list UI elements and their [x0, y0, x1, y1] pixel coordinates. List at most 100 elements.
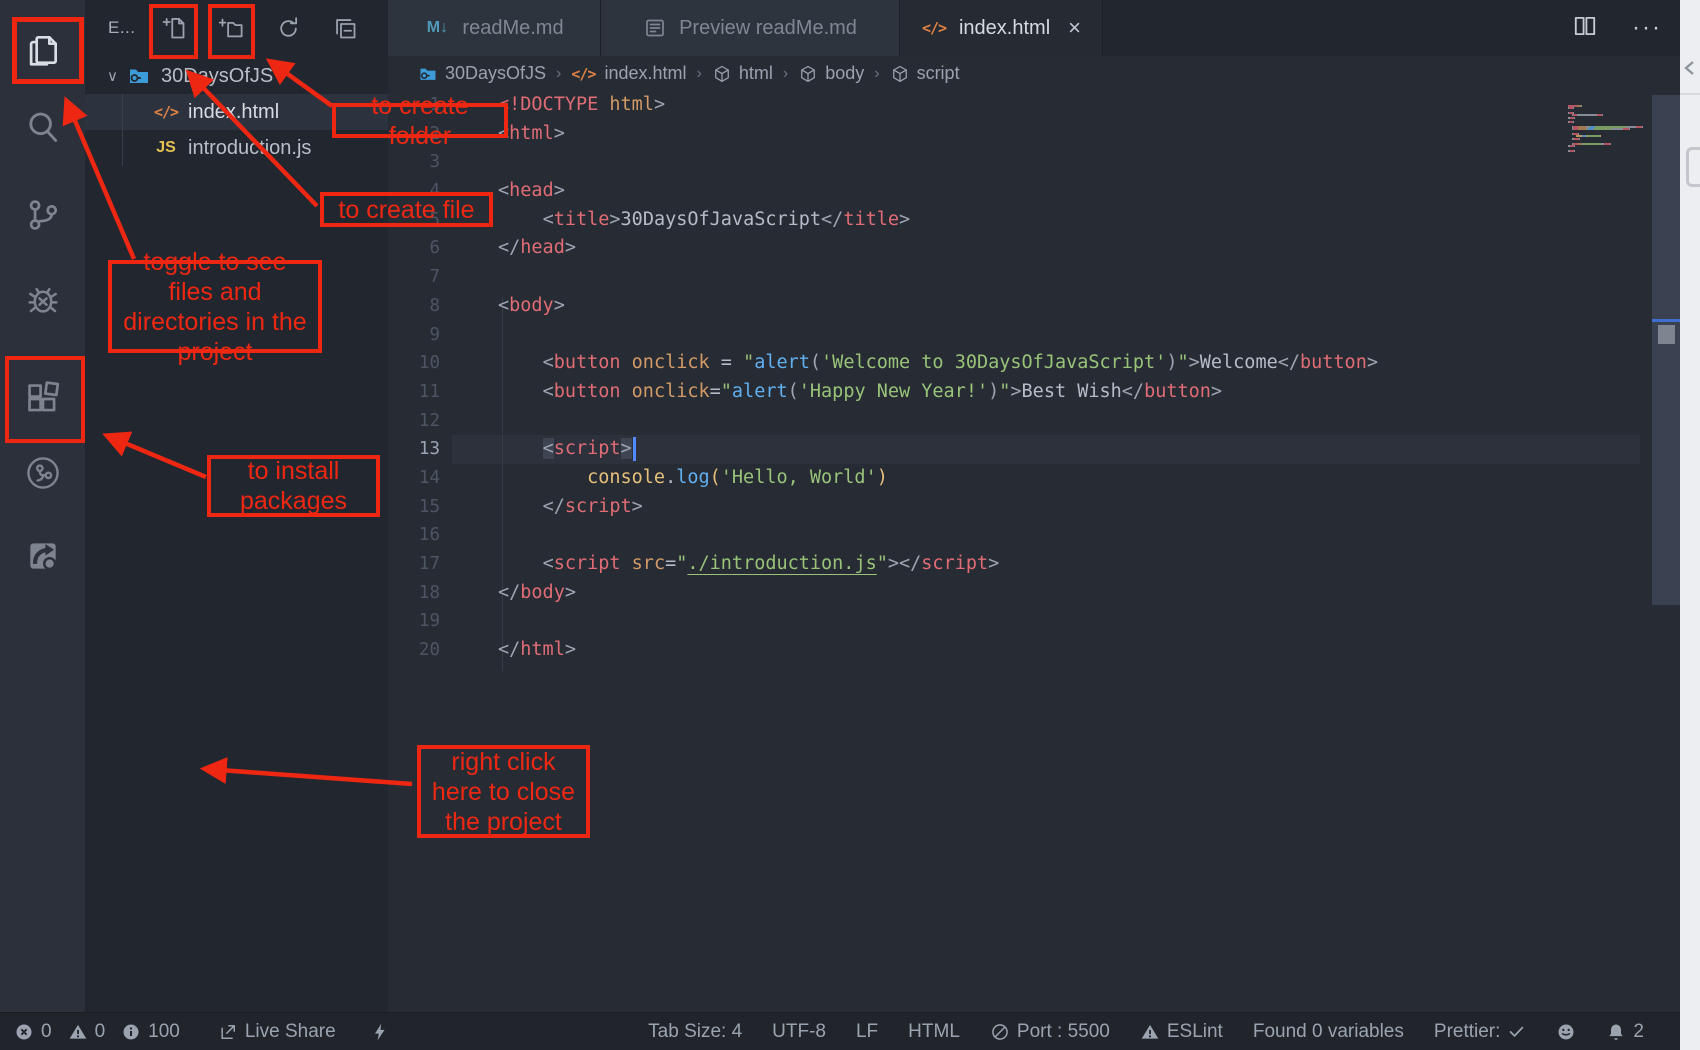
- cube-icon: [890, 64, 910, 84]
- overview-ruler-marker: [1658, 325, 1675, 344]
- search-icon: [24, 108, 62, 146]
- html-file-icon: </>: [571, 65, 595, 83]
- breadcrumb-separator: ›: [556, 65, 561, 83]
- page-background-strip: [1680, 0, 1700, 1050]
- status-item-Prettier:[interactable]: Prettier:: [1434, 1021, 1527, 1043]
- code-line: [498, 521, 1378, 550]
- status-item-0[interactable]: 0: [68, 1021, 106, 1043]
- breadcrumb-label: 30DaysOfJS: [445, 63, 546, 84]
- annotation-box-new-file-icon: [149, 4, 198, 59]
- tab-label: index.html: [959, 17, 1050, 40]
- breadcrumb-label: body: [825, 63, 864, 84]
- html-file-icon: </>: [921, 19, 947, 37]
- breadcrumb-item-index.html[interactable]: </>index.html: [571, 63, 686, 84]
- split-editor-icon[interactable]: [1572, 13, 1598, 44]
- breadcrumb-item-30DaysOfJS[interactable]: 30DaysOfJS: [418, 63, 546, 84]
- info-icon: [121, 1022, 141, 1042]
- text-cursor: [633, 437, 636, 461]
- breadcrumb-separator: ›: [874, 65, 879, 83]
- debug-icon: [24, 281, 62, 319]
- status-item-smiley-icon[interactable]: [1556, 1022, 1576, 1042]
- breadcrumb-item-html[interactable]: html: [712, 63, 773, 84]
- tab-readMe.md[interactable]: M↓readMe.md: [388, 0, 601, 56]
- code-line: <!DOCTYPE html>: [498, 91, 1378, 120]
- status-bar: 00100Live Share Tab Size: 4UTF-8LFHTMLPo…: [0, 1012, 1700, 1050]
- code-line: [498, 607, 1378, 636]
- annotation-create-file: to create file: [320, 192, 493, 227]
- tab-label: readMe.md: [462, 17, 563, 40]
- status-item-Port : 5500[interactable]: Port : 5500: [990, 1021, 1110, 1043]
- code-line: [498, 407, 1378, 436]
- status-item-Tab Size: 4[interactable]: Tab Size: 4: [648, 1021, 742, 1043]
- code-line: <button onclick="alert('Happy New Year!'…: [498, 378, 1378, 407]
- refresh-icon: [275, 15, 302, 42]
- overview-ruler-cursor-marker: [1652, 319, 1680, 322]
- breadcrumb: 30DaysOfJS›</>index.html›html›body›scrip…: [388, 56, 1680, 91]
- line-numbers: 1234567891011121314151617181920: [388, 91, 452, 665]
- tree-item-label: introduction.js: [188, 137, 311, 160]
- code-line: </html>: [498, 636, 1378, 665]
- code-line: <html>: [498, 120, 1378, 149]
- bell-icon: [1606, 1022, 1626, 1042]
- tree-item-label: index.html: [188, 101, 279, 124]
- code-editor[interactable]: 1234567891011121314151617181920 <!DOCTYP…: [388, 91, 1680, 1012]
- code-line: </script>: [498, 493, 1378, 522]
- status-item-0[interactable]: 0: [14, 1021, 52, 1043]
- eslint-warning-icon: [1140, 1022, 1160, 1042]
- divider: [1680, 93, 1700, 95]
- warning-icon: [68, 1022, 88, 1042]
- breadcrumb-separator: ›: [697, 65, 702, 83]
- status-item-Live Share[interactable]: Live Share: [218, 1021, 336, 1043]
- vscode-window: ⚙ E... ∨30DaysOfJS</>index.htmlJSintrodu…: [0, 0, 1700, 1050]
- activity-source-control-icon[interactable]: [0, 177, 85, 253]
- status-item-HTML[interactable]: HTML: [908, 1021, 960, 1043]
- status-item-100[interactable]: 100: [121, 1021, 180, 1043]
- activity-live-share-circle-icon[interactable]: [0, 435, 85, 511]
- live-share-circle-icon: [24, 454, 62, 492]
- html-file-icon: </>: [153, 103, 179, 121]
- more-actions-icon[interactable]: ···: [1632, 14, 1662, 42]
- status-item-ESLint[interactable]: ESLint: [1140, 1021, 1223, 1043]
- code-line: <button onclick = "alert('Welcome to 30D…: [498, 349, 1378, 378]
- annotation-box-new-folder-icon: [208, 4, 255, 59]
- tree-item-label: 30DaysOfJS: [161, 65, 273, 88]
- tree-item-30DaysOfJS[interactable]: ∨ 30DaysOfJS: [85, 58, 388, 94]
- check-icon: [1507, 1022, 1526, 1041]
- code-line: <script src="./introduction.js"></script…: [498, 550, 1378, 579]
- code-line: [498, 148, 1378, 177]
- breadcrumb-item-script[interactable]: script: [890, 63, 960, 84]
- status-item-LF[interactable]: LF: [856, 1021, 878, 1043]
- annotation-install-packages: to install packages: [207, 455, 380, 517]
- minimap[interactable]: [1568, 94, 1646, 141]
- status-item-UTF-8[interactable]: UTF-8: [772, 1021, 826, 1043]
- smiley-icon: [1556, 1022, 1576, 1042]
- folder-icon: [127, 64, 151, 88]
- annotation-create-folder: to create folder: [332, 103, 508, 138]
- refresh-icon[interactable]: [275, 15, 302, 47]
- collapse-all-icon: [332, 15, 359, 42]
- tree-indent-guide: [122, 94, 123, 166]
- status-item-lightning-icon[interactable]: [370, 1022, 390, 1042]
- status-item-2[interactable]: 2: [1606, 1021, 1644, 1043]
- close-icon[interactable]: ×: [1068, 15, 1081, 41]
- carousel-prev-icon[interactable]: [1682, 60, 1698, 81]
- preview-icon: [643, 16, 667, 40]
- activity-debug-icon[interactable]: [0, 262, 85, 338]
- activity-share-icon[interactable]: [0, 518, 85, 594]
- breadcrumb-label: html: [739, 63, 773, 84]
- activity-bar: [0, 0, 85, 1012]
- tab-Preview readMe.md[interactable]: Preview readMe.md: [601, 0, 900, 56]
- status-item-Found 0 variables[interactable]: Found 0 variables: [1253, 1021, 1404, 1043]
- tab-bar: M↓readMe.mdPreview readMe.md </> index.htm…: [388, 0, 1680, 56]
- collapse-all-icon[interactable]: [332, 15, 359, 47]
- port-icon: [990, 1022, 1010, 1042]
- code-line: [498, 321, 1378, 350]
- tab-index.html[interactable]: </> index.html ×: [900, 0, 1103, 56]
- chevron-down-icon[interactable]: ∨: [107, 67, 118, 85]
- error-icon: [14, 1022, 34, 1042]
- live-share-icon: [218, 1022, 238, 1042]
- scrollbar-slider[interactable]: [1652, 95, 1680, 605]
- code-line: <script>: [498, 435, 1378, 464]
- breadcrumb-item-body[interactable]: body: [798, 63, 864, 84]
- activity-search-icon[interactable]: [0, 89, 85, 165]
